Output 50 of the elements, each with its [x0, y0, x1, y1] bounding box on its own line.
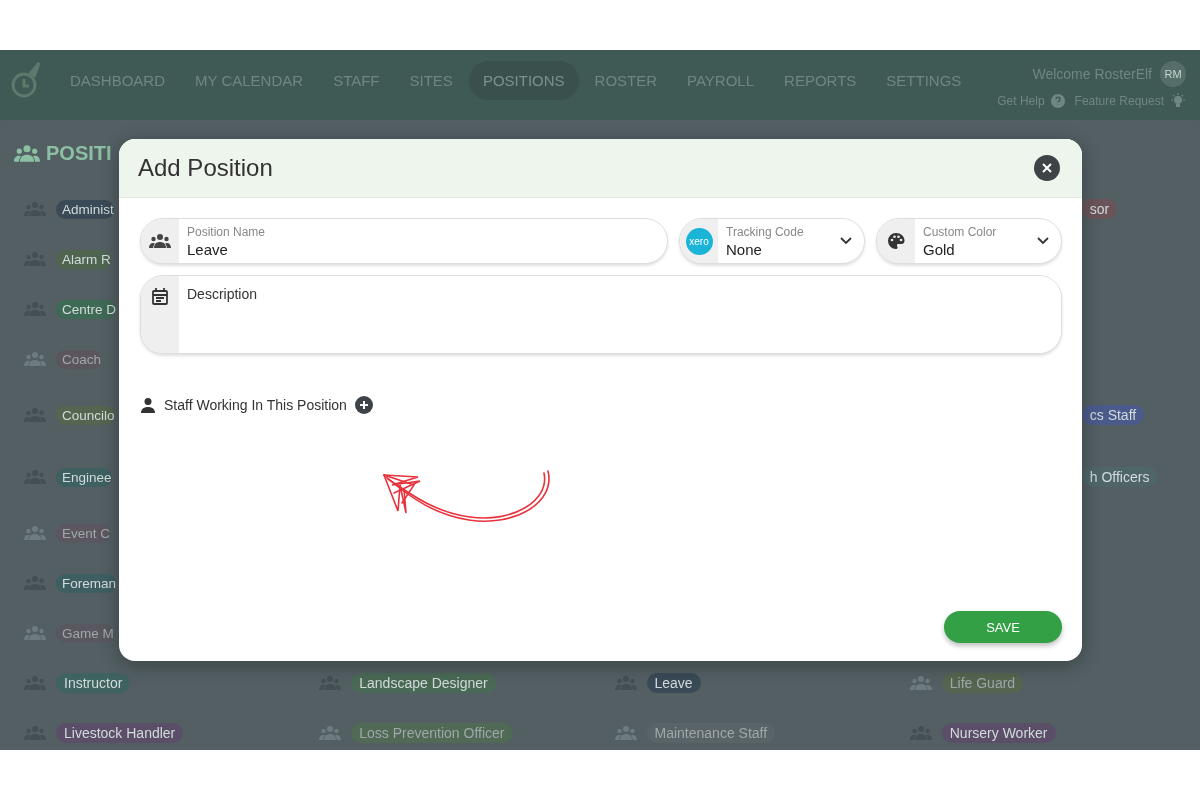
- position-name-field[interactable]: Position Name Leave: [140, 218, 668, 264]
- save-button[interactable]: SAVE: [944, 611, 1062, 643]
- position-tag[interactable]: Foreman: [56, 573, 117, 593]
- position-tag[interactable]: Loss Prevention Officer: [351, 723, 513, 743]
- person-icon: [140, 397, 156, 413]
- group-icon: [614, 725, 637, 741]
- xero-logo: xero: [685, 227, 713, 255]
- position-tag[interactable]: cs Staff: [1081, 405, 1145, 425]
- position-tag[interactable]: Enginee: [56, 467, 112, 487]
- avatar[interactable]: RM: [1160, 61, 1186, 87]
- section-label: Staff Working In This Position: [164, 397, 347, 413]
- position-tag[interactable]: Councilo: [56, 405, 115, 425]
- calendar-icon: [152, 288, 168, 305]
- lightbulb-icon: [1170, 93, 1186, 109]
- group-icon: [24, 625, 46, 641]
- position-tag[interactable]: Centre D: [56, 299, 117, 319]
- custom-color-select[interactable]: Custom Color Gold: [876, 218, 1062, 264]
- description-field[interactable]: Description: [140, 275, 1062, 354]
- position-tag[interactable]: Nursery Worker: [941, 723, 1056, 743]
- group-icon: [24, 525, 46, 541]
- position-tag[interactable]: Alarm R: [56, 249, 111, 269]
- position-tag[interactable]: h Officers: [1081, 467, 1158, 487]
- position-tag[interactable]: Instructor: [56, 673, 131, 693]
- palette-icon: [887, 232, 905, 250]
- position-tag[interactable]: sor: [1081, 199, 1118, 219]
- dialog-title: Add Position: [138, 154, 273, 182]
- position-tag[interactable]: Life Guard: [941, 673, 1024, 693]
- position-tag[interactable]: Administ: [56, 199, 114, 219]
- group-icon: [14, 143, 40, 163]
- group-icon: [319, 725, 342, 741]
- page-title: POSITI: [46, 141, 112, 165]
- position-tag[interactable]: Landscape Designer: [351, 673, 496, 693]
- nav-tab[interactable]: POSITIONS: [468, 60, 579, 100]
- position-tag[interactable]: Maintenance Staff: [646, 723, 776, 743]
- add-staff-button[interactable]: [354, 396, 373, 414]
- group-icon: [149, 233, 171, 249]
- close-icon: [1041, 162, 1053, 174]
- tracking-code-select[interactable]: xero Tracking Code None: [679, 218, 865, 264]
- group-icon: [24, 351, 46, 367]
- position-tag[interactable]: Coach: [56, 349, 102, 369]
- position-tag[interactable]: Event C: [56, 523, 111, 543]
- help-icon: [1050, 94, 1065, 108]
- close-button[interactable]: [1034, 155, 1060, 181]
- chevron-down-icon: [840, 237, 852, 245]
- position-tag[interactable]: Livestock Handler: [56, 723, 184, 743]
- position-tag[interactable]: Leave: [646, 673, 701, 693]
- chevron-down-icon: [1037, 237, 1049, 245]
- plus-icon: [358, 400, 369, 410]
- position-tag[interactable]: Game M: [56, 623, 114, 643]
- group-icon: [909, 675, 932, 691]
